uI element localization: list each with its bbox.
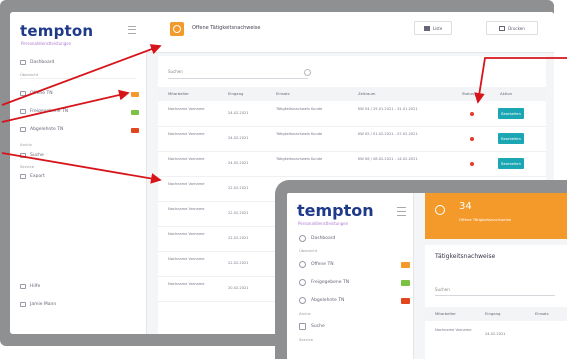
- status-badge-orange: [401, 262, 410, 268]
- sidebar-item-suche[interactable]: Suche: [299, 323, 325, 330]
- status-badge-green: [401, 280, 410, 286]
- table-row[interactable]: Nachname Vorname 24.02.2021: [425, 325, 567, 349]
- arrow-to-table: [1, 152, 162, 184]
- arrow-to-status: [474, 57, 567, 104]
- check-icon: [299, 279, 306, 286]
- sidebar-item-label: Abgelehnte TN: [311, 298, 345, 303]
- card-title: Tätigkeitsnachweise: [435, 253, 496, 260]
- sidebar-item-abgelehnt[interactable]: Abgelehnte TN: [299, 297, 344, 304]
- open-count-label: Offene Tätigkeitsnachweise: [459, 217, 512, 222]
- column-header[interactable]: Eingang: [485, 311, 500, 316]
- menu-icon[interactable]: [397, 207, 406, 216]
- column-header[interactable]: Mitarbeiter: [435, 311, 456, 316]
- table-header: Mitarbeiter Eingang Einsatz: [425, 307, 567, 321]
- employee-name: Nachname Vorname: [435, 328, 472, 332]
- inset-frame: tempton Personaldienstleistungen Dashboa…: [275, 180, 567, 359]
- sidebar-item-label: Freigegebene TN: [311, 280, 350, 285]
- sidebar-item-label: Offene TN: [311, 262, 334, 267]
- inset-sidebar: tempton Personaldienstleistungen Dashboa…: [287, 193, 414, 359]
- arrow-to-title: [1, 44, 162, 106]
- clock-icon: [299, 261, 306, 268]
- sidebar-item-offene[interactable]: Offene TN: [299, 261, 334, 268]
- inset-content: Tätigkeitsnachweise Suchen Mitarbeiter E…: [425, 245, 567, 359]
- section-archive: Archiv: [299, 311, 311, 316]
- open-count-card[interactable]: 34 Offene Tätigkeitsnachweise: [425, 193, 567, 239]
- section-service: Service: [299, 337, 314, 342]
- search-input[interactable]: Suchen: [435, 285, 555, 296]
- inset-app: tempton Personaldienstleistungen Dashboa…: [287, 193, 567, 359]
- reject-icon: [299, 297, 306, 304]
- open-count: 34: [459, 201, 472, 212]
- section-overview: Übersicht: [299, 248, 318, 253]
- dashboard-icon: [299, 235, 306, 242]
- sidebar-item-freigegeben[interactable]: Freigegebene TN: [299, 279, 349, 286]
- sidebar-item-label: Dashboard: [311, 236, 336, 241]
- tagline: Personaldienstleistungen: [298, 221, 349, 226]
- received-date: 24.02.2021: [485, 332, 506, 336]
- logo: tempton: [297, 201, 374, 220]
- column-header[interactable]: Einsatz: [535, 311, 549, 316]
- status-badge-red: [401, 298, 410, 304]
- sidebar-item-dashboard[interactable]: Dashboard: [299, 235, 335, 242]
- sidebar-item-label: Suche: [311, 324, 325, 329]
- archive-icon: [299, 323, 306, 330]
- clock-icon: [435, 205, 445, 215]
